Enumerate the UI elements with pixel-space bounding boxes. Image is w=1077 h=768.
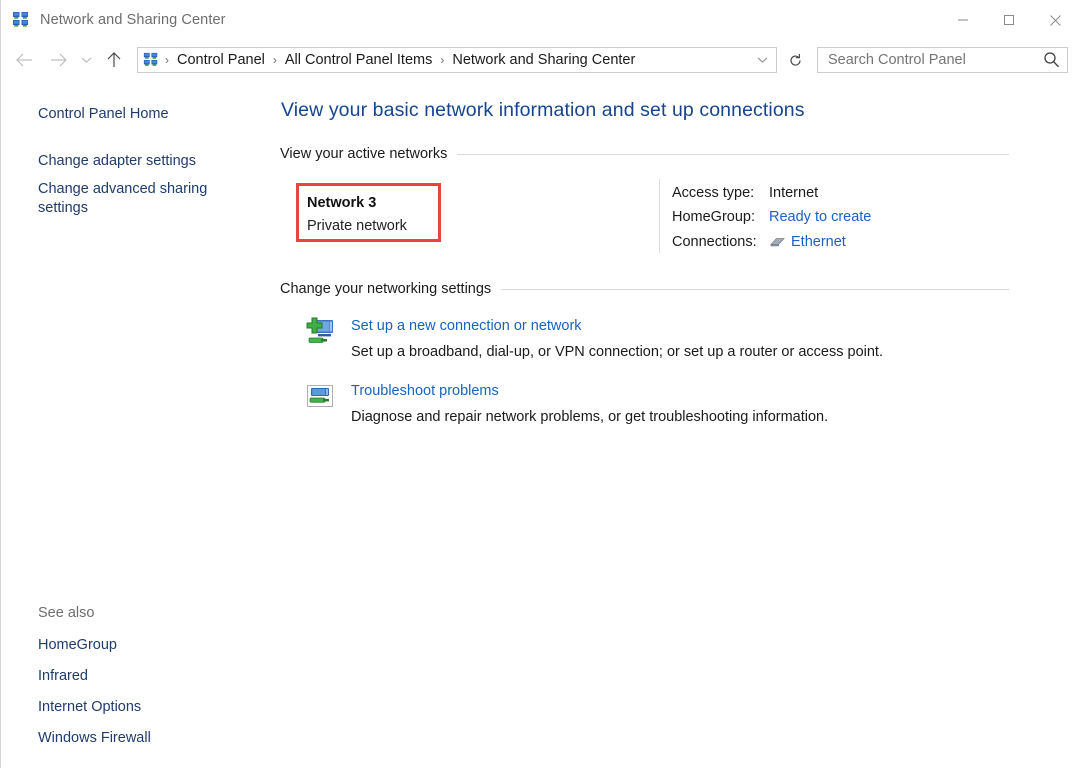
recent-locations-chevron-down-icon[interactable] [75,43,97,77]
networking-settings-label: Change your networking settings [280,281,492,297]
breadcrumb-separator: › [440,53,445,67]
sidebar-item-change-adapter-settings[interactable]: Change adapter settings [1,149,241,174]
maximize-button[interactable] [986,0,1032,40]
setting-text-new-connection: Set up a new connection or network Set u… [351,316,883,362]
active-networks-label: View your active networks [280,146,448,162]
breadcrumb-separator: › [272,53,277,67]
see-also-title: See also [38,605,95,621]
sidebar-item-control-panel-home[interactable]: Control Panel Home [1,102,241,127]
forward-arrow-icon[interactable] [41,43,75,77]
sidebar-item-change-advanced-sharing-settings[interactable]: Change advanced sharing settings [1,177,241,221]
setting-text-troubleshoot: Troubleshoot problems Diagnose and repai… [351,381,828,427]
see-also-section: See also HomeGroup Infrared Internet Opt… [1,605,280,754]
breadcrumb-item-network-and-sharing-center[interactable]: Network and Sharing Center [450,52,637,68]
breadcrumb-chevron-down-icon[interactable] [752,48,772,72]
sidebar-item-windows-firewall[interactable]: Windows Firewall [1,723,241,754]
setup-new-connection-description: Set up a broadband, dial-up, or VPN conn… [351,344,883,360]
page-title: View your basic network information and … [281,99,805,121]
detail-key: HomeGroup: [672,209,756,225]
detail-row-homegroup: HomeGroup: Ready to create [672,209,871,233]
ethernet-icon [769,235,786,253]
network-icon [12,11,30,29]
setting-item-troubleshoot[interactable]: Troubleshoot problems Diagnose and repai… [280,381,1077,427]
network-details-divider [659,179,660,253]
troubleshoot-icon [304,381,336,413]
section-divider [457,153,1009,155]
title-bar: Network and Sharing Center [1,0,1077,40]
sidebar-item-internet-options[interactable]: Internet Options [1,692,241,723]
detail-key: Access type: [672,185,755,201]
troubleshoot-problems-description: Diagnose and repair network problems, or… [351,409,829,425]
up-arrow-icon[interactable] [97,43,131,77]
search-box[interactable] [817,47,1068,73]
breadcrumb-item-control-panel[interactable]: Control Panel [175,52,267,68]
detail-row-connections: Connections: Ethernet [672,233,871,257]
detail-key: Connections: [672,234,757,250]
search-input[interactable] [826,51,1031,69]
breadcrumb-item-all-control-panel-items[interactable]: All Control Panel Items [283,52,434,68]
active-network-row: Network 3 Private network Access type: I… [280,179,1077,257]
setting-item-new-connection[interactable]: Set up a new connection or network Set u… [280,316,1077,362]
active-networks-section-header: View your active networks [280,146,1077,162]
close-button[interactable] [1032,0,1077,40]
detail-value-homegroup-link[interactable]: Ready to create [769,209,871,225]
breadcrumb-network-icon [143,52,159,68]
troubleshoot-problems-link[interactable]: Troubleshoot problems [351,382,499,401]
network-name[interactable]: Network 3 [307,195,376,211]
network-details: Access type: Internet HomeGroup: Ready t… [672,185,871,257]
detail-value-access-type: Internet [769,185,819,201]
sidebar: Control Panel Home Change adapter settin… [1,80,280,768]
networking-settings-section-header: Change your networking settings [280,281,1077,297]
refresh-icon[interactable] [783,48,807,72]
back-arrow-icon[interactable] [7,43,41,77]
network-sharing-center-window: Network and Sharing Center › Control Pan… [0,0,1077,768]
new-connection-icon [304,316,336,348]
search-icon[interactable] [1043,51,1060,73]
detail-value-connections-link[interactable]: Ethernet [791,234,846,250]
main-content: View your basic network information and … [280,80,1077,768]
window-controls [940,0,1077,40]
window-title: Network and Sharing Center [40,12,226,28]
breadcrumb[interactable]: › Control Panel › All Control Panel Item… [137,47,777,73]
sidebar-item-homegroup[interactable]: HomeGroup [1,630,241,661]
address-bar: › Control Panel › All Control Panel Item… [1,40,1077,80]
minimize-button[interactable] [940,0,986,40]
section-divider [501,288,1009,290]
breadcrumb-separator: › [165,53,169,67]
network-type: Private network [307,218,407,234]
sidebar-item-infrared[interactable]: Infrared [1,661,241,692]
detail-row-access-type: Access type: Internet [672,185,871,209]
setup-new-connection-link[interactable]: Set up a new connection or network [351,317,582,336]
window-body: Control Panel Home Change adapter settin… [1,80,1077,768]
